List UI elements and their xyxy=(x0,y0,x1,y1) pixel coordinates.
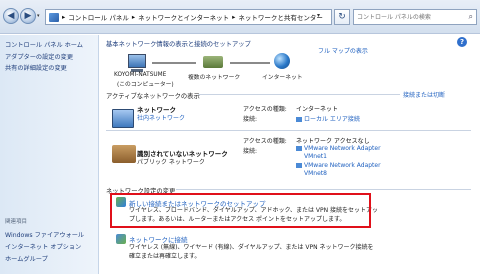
divider xyxy=(176,189,471,190)
sidebar: コントロール パネル ホーム アダプターの設定の変更 共有の詳細設定の変更 関連… xyxy=(0,35,99,274)
full-map-link[interactable]: フル マップの表示 xyxy=(318,46,368,55)
connection-link[interactable]: VMware Network Adapter xyxy=(296,162,381,169)
divider xyxy=(106,130,471,131)
breadcrumb[interactable]: ▸ コントロール パネル ▸ ネットワークとインターネット ▸ ネットワークと共… xyxy=(45,9,332,25)
connect-network-link[interactable]: ネットワークに接続 xyxy=(129,234,188,244)
connection-link-sub[interactable]: VMnet1 xyxy=(304,153,327,160)
related-label: 関連項目 xyxy=(5,219,28,225)
back-button[interactable]: ◀ xyxy=(3,8,19,24)
sidebar-item-internet-options[interactable]: インターネット オプション xyxy=(5,242,81,251)
computer-icon xyxy=(128,54,146,68)
multiple-networks-icon xyxy=(203,56,223,68)
breadcrumb-item[interactable]: ネットワークと共有センター xyxy=(238,12,323,22)
breadcrumb-item[interactable]: コントロール パネル xyxy=(68,12,129,22)
connect-disconnect-link[interactable]: 接続または切断 xyxy=(403,90,445,99)
connection-label: 接続: xyxy=(243,116,258,123)
access-type-label: アクセスの種類: xyxy=(243,138,287,145)
forward-button[interactable]: ▶ xyxy=(20,8,36,24)
access-type-label: アクセスの種類: xyxy=(243,106,287,113)
sidebar-item-adapter-settings[interactable]: アダプターの設定の変更 xyxy=(5,52,73,61)
breadcrumb-item[interactable]: ネットワークとインターネット xyxy=(138,12,229,22)
sidebar-item-homegroup[interactable]: ホームグループ xyxy=(5,254,48,263)
access-type-value: ネットワーク アクセスなし xyxy=(296,138,370,145)
sidebar-item-firewall[interactable]: Windows ファイアウォール xyxy=(5,230,84,239)
globe-icon xyxy=(274,53,290,69)
map-connector xyxy=(152,62,196,64)
connection-link[interactable]: ローカル エリア接続 xyxy=(296,114,360,123)
main-content: ? 基本ネットワーク情報の表示と接続のセットアップ フル マップの表示 KOYO… xyxy=(100,35,480,274)
internet-label: インターネット xyxy=(262,75,303,81)
refresh-button[interactable]: ↻ xyxy=(334,9,350,25)
connect-network-icon xyxy=(116,234,126,244)
access-type-value: インターネット xyxy=(296,106,339,113)
ethernet-icon xyxy=(296,117,302,122)
connection-link-sub[interactable]: VMnet8 xyxy=(304,170,327,177)
history-dropdown-icon[interactable]: ▾ xyxy=(37,13,40,19)
ethernet-icon xyxy=(296,163,302,168)
highlight-box xyxy=(110,193,371,228)
connection-link[interactable]: VMware Network Adapter xyxy=(296,145,381,152)
multi-network-label: 複数のネットワーク xyxy=(188,75,241,81)
address-bar: ◀ ▶ ▾ ▸ コントロール パネル ▸ ネットワークとインターネット ▸ ネッ… xyxy=(0,0,480,34)
map-connector xyxy=(230,62,270,64)
control-panel-icon xyxy=(49,12,59,22)
sidebar-home-link[interactable]: コントロール パネル ホーム xyxy=(5,40,83,49)
divider xyxy=(198,94,400,95)
search-box[interactable]: ⌕ xyxy=(353,9,477,25)
park-bench-icon xyxy=(112,145,136,163)
active-networks-header: アクティブなネットワークの表示 xyxy=(106,93,200,100)
page-title: 基本ネットワーク情報の表示と接続のセットアップ xyxy=(106,41,251,48)
chevron-down-icon[interactable]: ▾ xyxy=(317,12,320,19)
search-input[interactable] xyxy=(354,10,464,24)
search-icon[interactable]: ⌕ xyxy=(469,12,473,22)
network-type: パブリック ネットワーク xyxy=(137,159,205,166)
network-type-link[interactable]: 社内ネットワーク xyxy=(137,113,185,122)
computer-sub: (このコンピューター) xyxy=(117,82,174,88)
connect-network-desc: ワイヤレス (無線)、ワイヤード (有線)、ダイヤルアップ、または VPN ネッ… xyxy=(129,244,374,260)
ethernet-icon xyxy=(296,146,302,151)
connection-label: 接続: xyxy=(243,148,258,155)
computer-name: KOYOMI-NATSUME xyxy=(114,72,167,78)
network-icon xyxy=(112,109,134,128)
sidebar-item-sharing-settings[interactable]: 共有の詳細設定の変更 xyxy=(5,63,67,72)
help-icon[interactable]: ? xyxy=(457,37,467,47)
